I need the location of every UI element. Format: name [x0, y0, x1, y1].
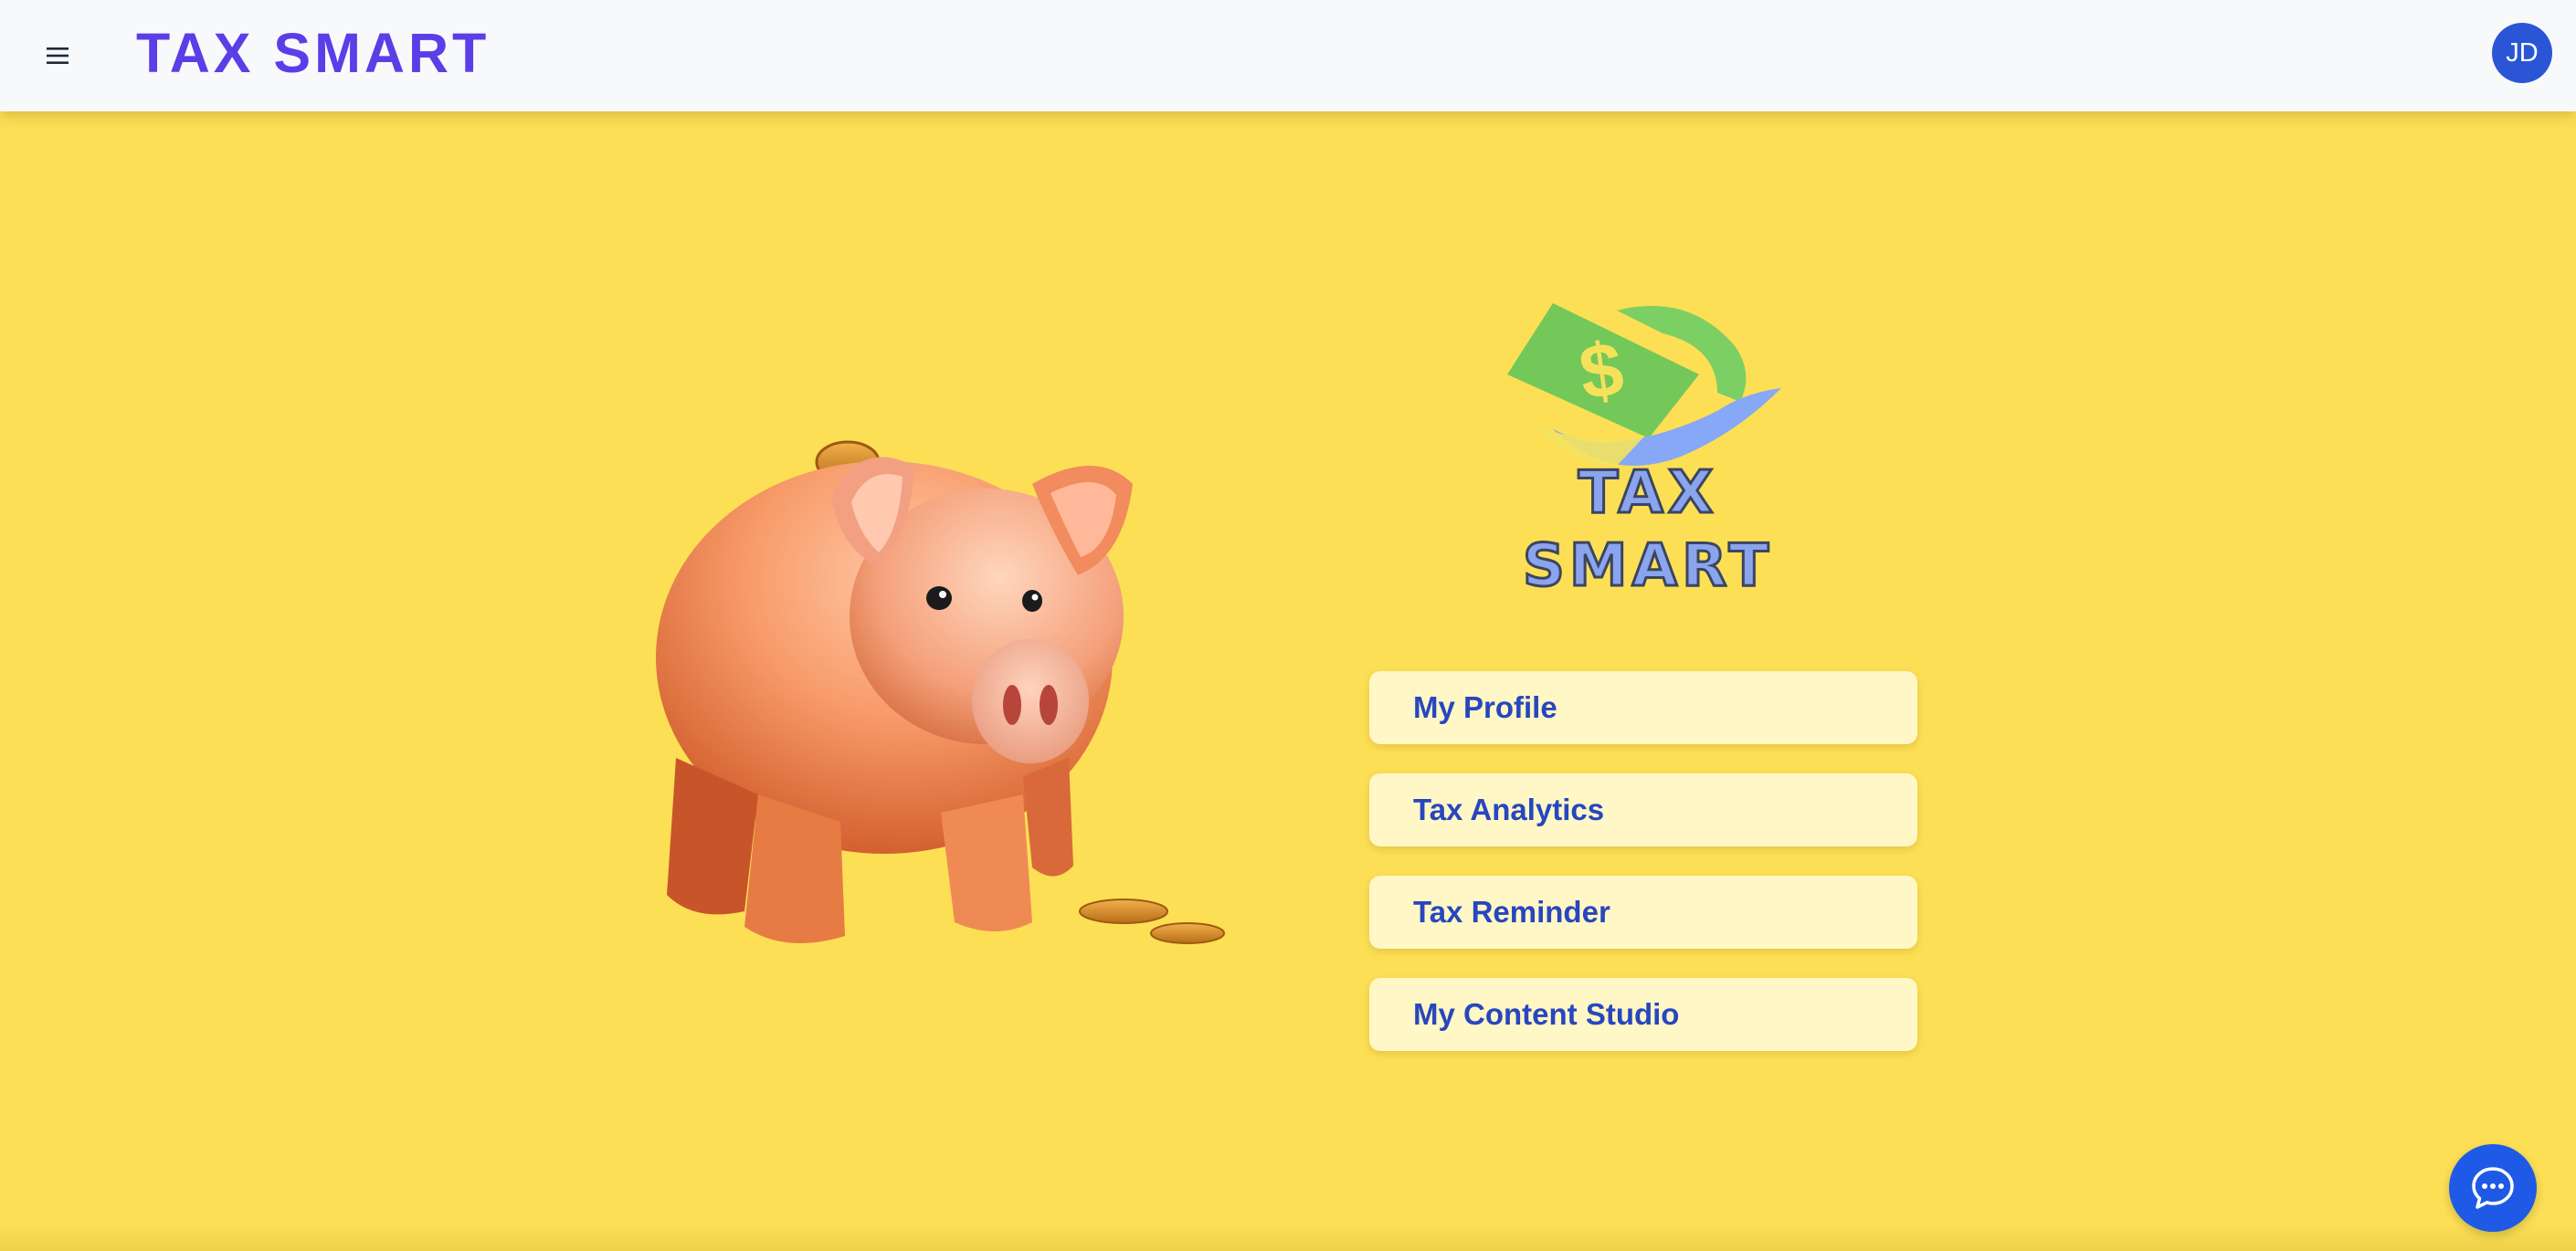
chat-button[interactable]	[2449, 1144, 2537, 1232]
main-navigation: My Profile Tax Analytics Tax Reminder My…	[1369, 671, 1917, 1080]
nav-item-label: Tax Analytics	[1413, 793, 1605, 826]
top-app-bar: TAX SMART JD	[0, 0, 2576, 111]
nav-item-my-content-studio[interactable]: My Content Studio	[1369, 978, 1917, 1051]
tax-smart-logo: $ TAX SMART	[1443, 292, 1845, 602]
piggy-bank-illustration	[639, 429, 1242, 959]
hamburger-menu-icon	[47, 47, 69, 64]
nav-item-tax-reminder[interactable]: Tax Reminder	[1369, 876, 1917, 949]
nav-item-tax-analytics[interactable]: Tax Analytics	[1369, 773, 1917, 846]
nav-item-label: My Profile	[1413, 690, 1557, 724]
user-avatar[interactable]: JD	[2492, 23, 2552, 83]
logo-wordmark: TAX SMART	[1521, 458, 1774, 602]
nav-item-my-profile[interactable]: My Profile	[1369, 671, 1917, 744]
menu-button[interactable]	[37, 35, 79, 77]
nav-item-label: My Content Studio	[1413, 997, 1680, 1031]
bottom-edge-shadow	[0, 1224, 2576, 1251]
app-brand-title[interactable]: TAX SMART	[136, 20, 490, 86]
chat-bubble-icon	[2472, 1167, 2514, 1209]
nav-item-label: Tax Reminder	[1413, 895, 1610, 929]
